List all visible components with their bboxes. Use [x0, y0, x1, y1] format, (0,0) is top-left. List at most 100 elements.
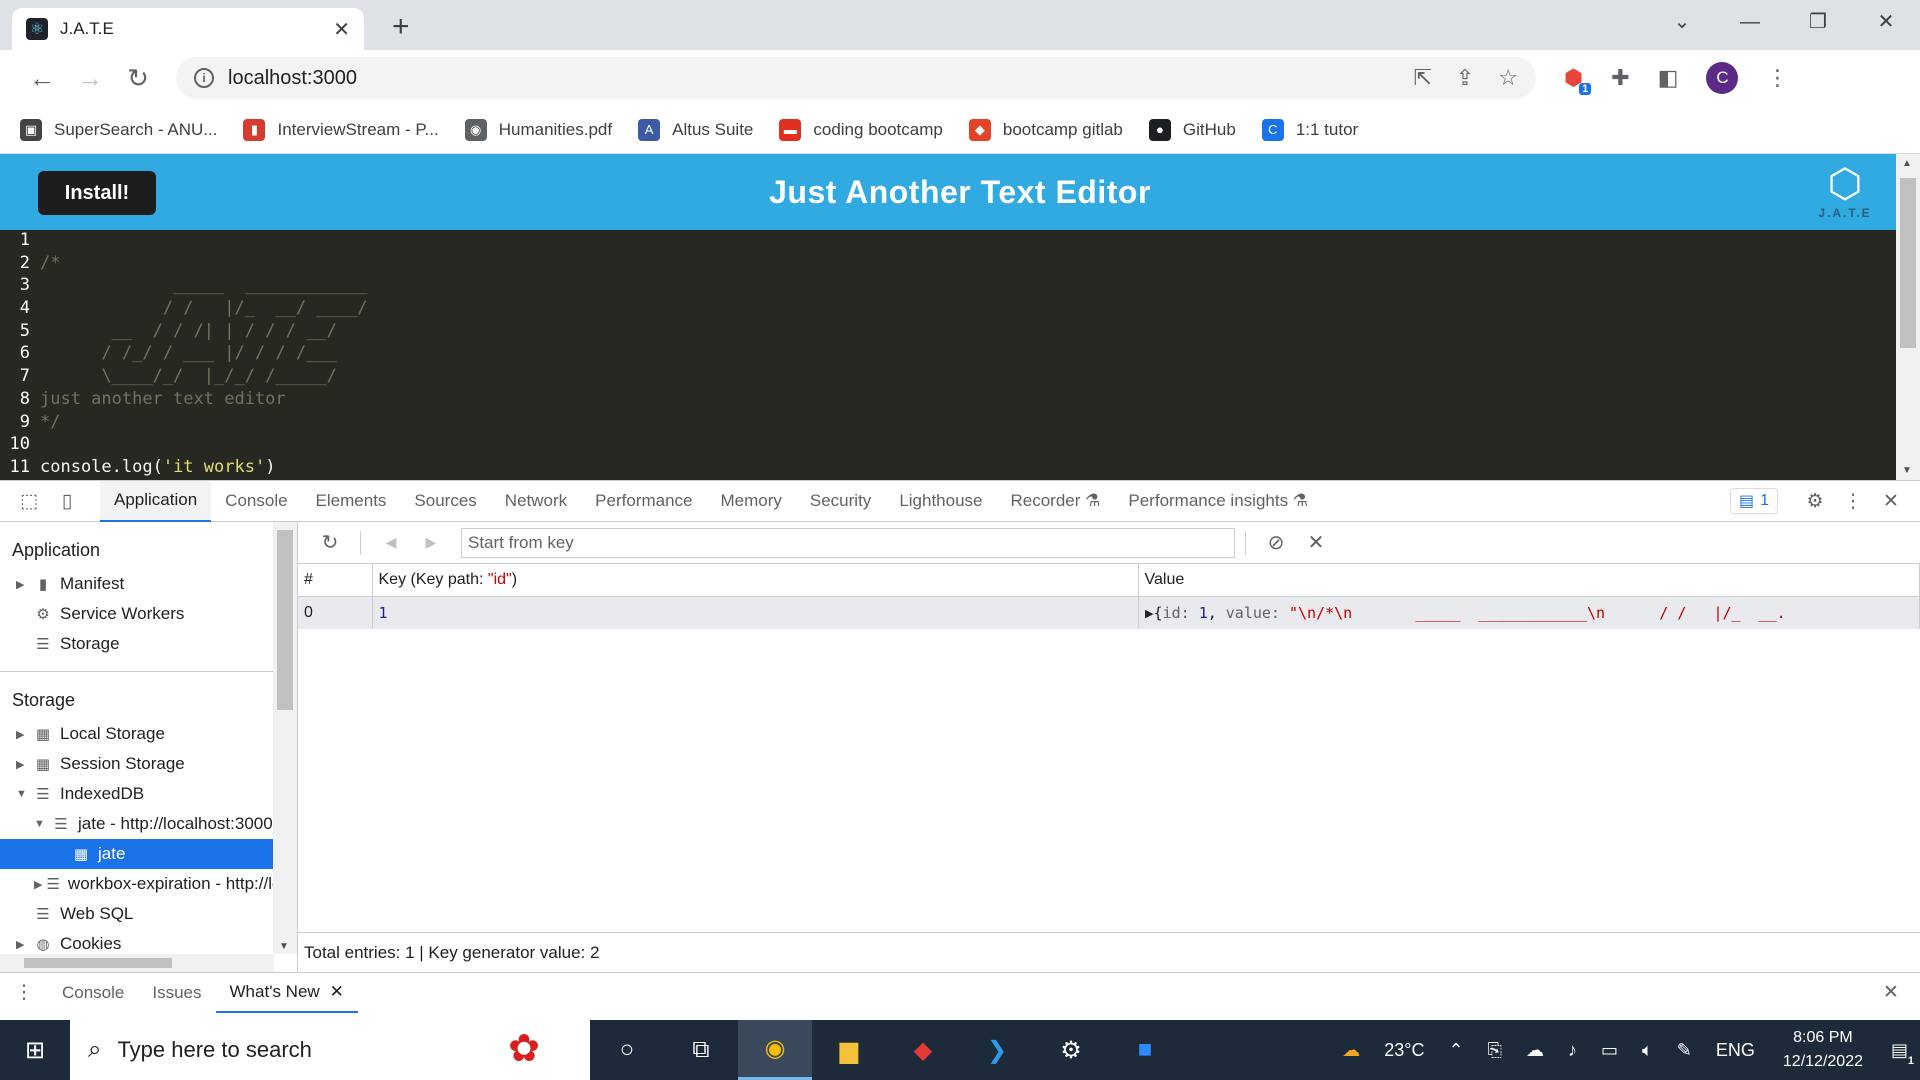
close-window-icon[interactable]: ✕: [1852, 0, 1920, 44]
devtools-tab[interactable]: Elements: [302, 481, 401, 522]
devtools-tab[interactable]: Network: [491, 481, 581, 522]
open-in-app-icon[interactable]: ⇱: [1413, 65, 1431, 91]
devtools-tab[interactable]: Console: [211, 481, 301, 522]
sidebar-item-local-storage[interactable]: ▶ ▦ Local Storage: [0, 719, 274, 749]
extensions-puzzle-icon[interactable]: ✚: [1611, 65, 1629, 91]
minimize-icon[interactable]: —: [1716, 0, 1784, 44]
install-button[interactable]: Install!: [38, 171, 156, 215]
editor-line[interactable]: 7 \____/_/ |_/_/ /_____/: [0, 366, 1896, 389]
file-explorer-icon[interactable]: ▆: [812, 1020, 886, 1080]
microphone-icon[interactable]: ♪: [1568, 1040, 1577, 1061]
drawer-tab[interactable]: Issues: [138, 973, 215, 1013]
sidebar-item-service-workers[interactable]: ⚙ Service Workers: [0, 599, 274, 629]
sidebar-horizontal-scrollbar[interactable]: [0, 954, 274, 972]
scrollbar-thumb[interactable]: [277, 530, 293, 710]
sidebar-item-jate-db[interactable]: ▼ ☰ jate - http://localhost:3000: [0, 809, 274, 839]
address-bar[interactable]: i localhost:3000 ⇱ ⇪ ☆: [176, 57, 1536, 99]
inspect-element-icon[interactable]: ⬚: [10, 490, 48, 513]
share-icon[interactable]: ⇪: [1456, 65, 1474, 91]
editor-line[interactable]: 2 /*: [0, 253, 1896, 276]
devtools-tab[interactable]: Performance: [581, 481, 706, 522]
browser-tab[interactable]: ⚛ J.A.T.E ✕: [12, 8, 364, 50]
sidebar-item-manifest[interactable]: ▶ ▮ Manifest: [0, 569, 274, 599]
devtools-tab[interactable]: Recorder ⚗: [997, 481, 1115, 522]
editor-line[interactable]: 8 just another text editor: [0, 389, 1896, 412]
next-page-icon[interactable]: ▶: [411, 534, 451, 551]
restore-icon[interactable]: ❐: [1784, 0, 1852, 44]
sidebar-item-indexeddb[interactable]: ▼ ☰ IndexedDB: [0, 779, 274, 809]
bluestacks-app-icon[interactable]: ◆: [886, 1020, 960, 1080]
column-header-index[interactable]: #: [298, 564, 373, 597]
sidebar-item-web-sql[interactable]: ☰ Web SQL: [0, 899, 274, 929]
sidebar-item-session-storage[interactable]: ▶ ▦ Session Storage: [0, 749, 274, 779]
bookmark-star-icon[interactable]: ☆: [1498, 65, 1518, 91]
extension-badge-icon[interactable]: ⬢ 1: [1564, 65, 1592, 95]
vscode-app-icon[interactable]: ❯: [960, 1020, 1034, 1080]
pen-icon[interactable]: ✎: [1677, 1040, 1692, 1061]
new-tab-icon[interactable]: +: [392, 10, 410, 44]
profile-avatar[interactable]: C: [1706, 62, 1739, 94]
close-devtools-icon[interactable]: ✕: [1872, 490, 1910, 513]
page-scrollbar[interactable]: ▲ ▼: [1896, 154, 1920, 480]
device-toolbar-icon[interactable]: ▯: [48, 490, 86, 513]
battery-icon[interactable]: ▭: [1601, 1040, 1618, 1061]
side-panel-icon[interactable]: ◧: [1658, 65, 1679, 91]
editor-line[interactable]: 10: [0, 434, 1896, 457]
show-hidden-icons[interactable]: ⌃: [1448, 1040, 1463, 1061]
clock[interactable]: 8:06 PM 12/12/2022: [1783, 1026, 1863, 1074]
bookmark-item[interactable]: ◉ Humanities.pdf: [464, 118, 612, 141]
devtools-tab[interactable]: Application: [100, 480, 212, 522]
code-editor[interactable]: 1 2/* 3 _____ ____________ 4 / / |/_ __/ _…: [0, 230, 1896, 480]
site-info-icon[interactable]: i: [194, 68, 214, 88]
close-tab-icon[interactable]: ✕: [333, 17, 350, 42]
expand-arrow-icon[interactable]: ▶: [16, 938, 30, 951]
close-drawer-icon[interactable]: ✕: [1872, 981, 1910, 1004]
back-icon[interactable]: ←: [18, 63, 66, 94]
browser-menu-icon[interactable]: ⋮: [1766, 65, 1788, 91]
expand-arrow-icon[interactable]: ▶: [16, 758, 30, 771]
editor-line[interactable]: 11 console.log('it works'): [0, 457, 1896, 480]
editor-line[interactable]: 5 __ / / /| | / / / __/: [0, 321, 1896, 344]
issues-badge[interactable]: ▤ 1: [1729, 488, 1778, 514]
drawer-menu-icon[interactable]: ⋮: [14, 981, 34, 1004]
editor-line[interactable]: 9 */: [0, 412, 1896, 435]
bookmark-item[interactable]: ▣ SuperSearch - ANU...: [20, 118, 217, 141]
scrollbar-thumb[interactable]: [24, 958, 172, 968]
meet-now-icon[interactable]: ⎘: [1488, 1040, 1502, 1061]
devtools-tab[interactable]: Security: [796, 481, 885, 522]
onedrive-icon[interactable]: ☁: [1526, 1040, 1544, 1061]
zoom-app-icon[interactable]: ■: [1108, 1020, 1182, 1080]
scroll-down-icon[interactable]: ▼: [1902, 465, 1912, 476]
drawer-tab[interactable]: What's New ✕: [215, 973, 358, 1013]
close-tab-icon[interactable]: ✕: [330, 982, 344, 1002]
language-indicator[interactable]: ENG: [1716, 1040, 1755, 1061]
scrollbar-thumb[interactable]: [1900, 178, 1916, 348]
chrome-app-icon[interactable]: ◉: [738, 1020, 812, 1080]
start-from-key-input[interactable]: [461, 527, 1235, 558]
bookmark-item[interactable]: ▬ coding bootcamp: [779, 118, 943, 141]
row-value[interactable]: ▶{id: 1, value: "\n/*\n _____ __________…: [1138, 596, 1920, 629]
forward-icon[interactable]: →: [66, 63, 114, 94]
value-expand-toggle[interactable]: ▶{: [1145, 604, 1163, 622]
weather-temp[interactable]: 23°C: [1384, 1040, 1424, 1061]
sidebar-item-cookies[interactable]: ▶ ◍ Cookies: [0, 929, 274, 952]
sidebar-item-storage[interactable]: ☰ Storage: [0, 629, 274, 659]
clear-object-store-icon[interactable]: ⊘: [1256, 530, 1296, 555]
settings-gear-icon[interactable]: ⚙: [1796, 490, 1834, 513]
devtools-tab[interactable]: Memory: [706, 481, 795, 522]
scroll-down-icon[interactable]: ▼: [279, 941, 289, 952]
bookmark-item[interactable]: ▮ InterviewStream - P...: [243, 118, 439, 141]
bookmark-item[interactable]: ● GitHub: [1148, 118, 1236, 141]
expand-arrow-icon[interactable]: ▶: [16, 578, 30, 591]
reload-icon[interactable]: ↻: [114, 63, 162, 94]
bookmark-item[interactable]: ◆ bootcamp gitlab: [968, 118, 1123, 141]
sidebar-item-workbox-db[interactable]: ▶ ☰ workbox-expiration - http://localhost:…: [0, 869, 274, 899]
expand-arrow-icon[interactable]: ▶: [16, 728, 30, 741]
windows-start-icon[interactable]: ⊞: [0, 1036, 70, 1065]
editor-line[interactable]: 3 _____ ____________: [0, 275, 1896, 298]
devtools-menu-icon[interactable]: ⋮: [1834, 490, 1872, 513]
bookmark-item[interactable]: C 1:1 tutor: [1261, 118, 1358, 141]
weather-icon[interactable]: ☁: [1342, 1040, 1360, 1061]
devtools-tab[interactable]: Lighthouse: [885, 481, 996, 522]
devtools-tab[interactable]: Sources: [400, 481, 490, 522]
